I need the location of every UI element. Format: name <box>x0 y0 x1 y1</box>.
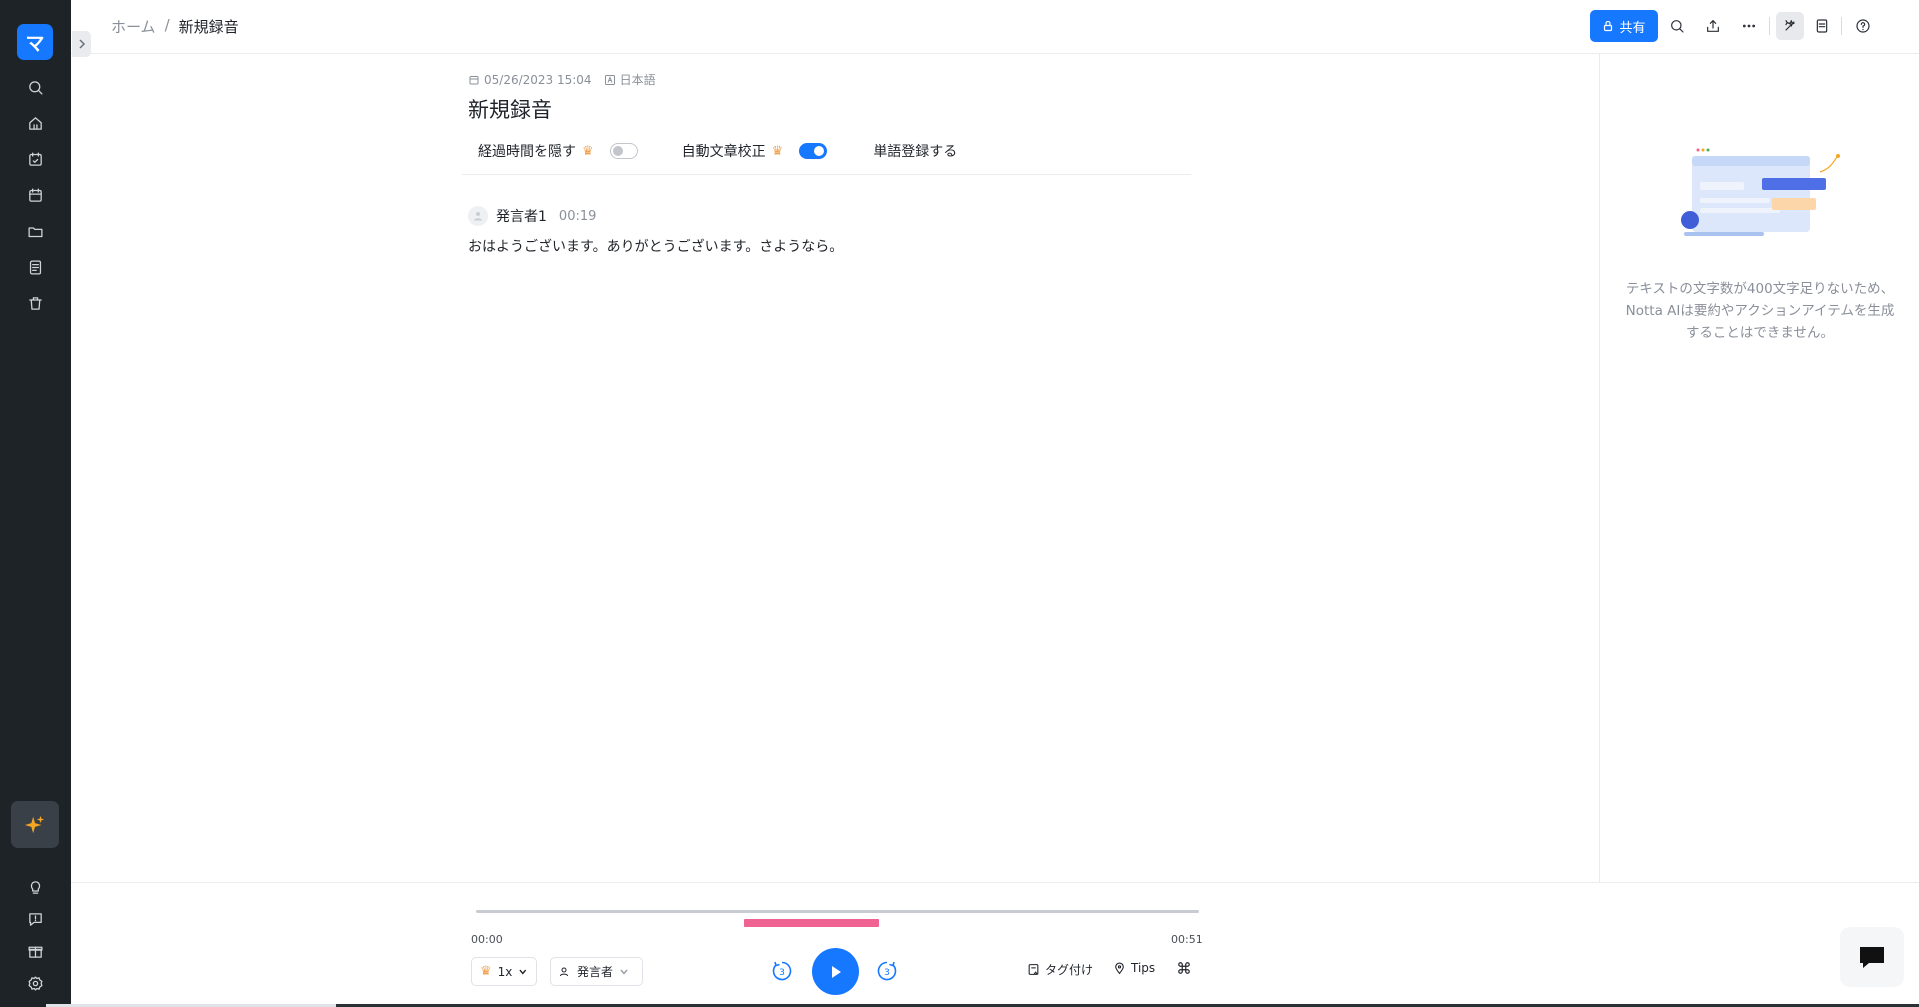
time-end: 00:51 <box>1171 933 1203 946</box>
more-icon[interactable] <box>1735 12 1763 40</box>
tag-button[interactable]: タグ付け <box>1027 961 1093 978</box>
calendar-icon <box>469 75 479 84</box>
crown-icon: ♛ <box>480 964 492 979</box>
record-language[interactable]: 日本語 <box>604 71 656 88</box>
toolbar-divider <box>1841 17 1842 35</box>
empty-summary-illustration <box>1681 148 1840 236</box>
breadcrumb-home[interactable]: ホーム <box>111 16 156 37</box>
help-icon[interactable] <box>1849 12 1877 40</box>
speaker-name[interactable]: 発言者1 <box>496 206 547 226</box>
sidebar: マ <box>0 0 71 1007</box>
lock-icon <box>1604 20 1613 32</box>
gift-icon[interactable] <box>22 938 48 964</box>
lightbulb-icon[interactable] <box>22 874 48 900</box>
skip-forward-value: 3 <box>884 968 890 978</box>
top-bar: ホーム / 新規録音 共有 <box>71 0 1919 54</box>
summary-notice: テキストの文字数が400文字足りないため、Notta AIは要約やアクションアイ… <box>1625 281 1895 341</box>
speed-value: 1x <box>497 964 513 979</box>
chevron-down-icon <box>620 969 628 975</box>
calendar-edit-icon[interactable] <box>22 146 48 172</box>
folder-icon[interactable] <box>22 218 48 244</box>
speaker-filter-value: 発言者 <box>577 965 614 979</box>
tag-label: タグ付け <box>1045 963 1094 977</box>
hide-time-label: 経過時間を隠す <box>478 144 576 160</box>
toolbar-divider <box>1769 17 1770 35</box>
record-datetime: 05/26/2023 15:04 <box>468 73 592 87</box>
chevron-down-icon <box>519 969 527 975</box>
language-text: 日本語 <box>619 73 656 87</box>
page-title[interactable]: 新規録音 <box>468 94 552 124</box>
breadcrumb-current: 新規録音 <box>178 18 239 36</box>
auto-correct-label: 自動文章校正 <box>681 144 766 160</box>
ai-summary-panel: テキストの文字数が400文字足りないため、Notta AIは要約やアクションアイ… <box>1599 54 1919 882</box>
play-icon <box>831 965 841 978</box>
trash-icon[interactable] <box>22 290 48 316</box>
auto-correct-option: 自動文章校正 ♛ <box>682 141 828 161</box>
transcript-options: 経過時間を隠す ♛ 自動文章校正 ♛ 単語登録する <box>478 141 957 161</box>
notes-icon[interactable] <box>1808 12 1836 40</box>
skip-back-button[interactable]: 3 <box>770 959 794 983</box>
search-transcript-icon[interactable] <box>1663 12 1691 40</box>
speaker-filter-select[interactable]: 発言者 <box>550 957 643 986</box>
crown-icon: ♛ <box>771 143 784 159</box>
breadcrumb-separator: / <box>164 16 170 34</box>
search-icon[interactable] <box>22 74 48 100</box>
calendar-icon[interactable] <box>22 182 48 208</box>
progress-track[interactable] <box>476 910 1199 913</box>
chat-icon <box>1860 947 1884 968</box>
speaker-header: 発言者1 00:19 <box>468 206 596 226</box>
settings-icon[interactable] <box>22 970 48 996</box>
speaker-segment[interactable] <box>744 919 879 927</box>
avatar[interactable] <box>468 206 488 226</box>
speaker-time[interactable]: 00:19 <box>559 209 596 224</box>
share-button[interactable]: 共有 <box>1590 10 1658 42</box>
hide-time-toggle[interactable] <box>609 143 638 159</box>
user-icon <box>474 212 482 221</box>
hide-time-option: 経過時間を隠す ♛ <box>478 141 638 161</box>
user-icon <box>560 967 568 976</box>
play-button[interactable] <box>812 948 859 995</box>
breadcrumb: ホーム / 新規録音 <box>111 16 239 37</box>
skip-back-value: 3 <box>779 968 785 978</box>
auto-correct-toggle[interactable] <box>799 143 828 159</box>
datetime-text: 05/26/2023 15:04 <box>484 72 592 87</box>
tag-icon <box>1028 964 1039 975</box>
transcript-area: 05/26/2023 15:04 日本語 新規録音 経過時間を隠す ♛ 自動文章… <box>71 54 1599 882</box>
document-icon[interactable] <box>22 254 48 280</box>
time-start: 00:00 <box>471 933 503 946</box>
options-divider <box>462 174 1191 175</box>
ai-summary-icon[interactable] <box>1776 12 1804 40</box>
transcript-text[interactable]: おはようございます。ありがとうございます。さようなら。 <box>468 236 843 256</box>
share-label: 共有 <box>1619 20 1646 36</box>
tips-label: Tips <box>1131 961 1156 975</box>
crown-icon: ♛ <box>582 143 594 159</box>
speed-select[interactable]: ♛ 1x <box>471 957 537 986</box>
rewind-icon: 3 <box>772 961 792 981</box>
feedback-icon[interactable] <box>22 906 48 932</box>
export-icon[interactable] <box>1699 12 1727 40</box>
forward-icon: 3 <box>877 961 897 981</box>
home-icon[interactable] <box>22 110 48 136</box>
language-icon <box>604 74 615 85</box>
command-icon <box>1178 962 1190 974</box>
chat-support-button[interactable] <box>1840 927 1904 987</box>
sparkle-icon <box>24 815 45 833</box>
skip-forward-button[interactable]: 3 <box>875 959 899 983</box>
record-meta: 05/26/2023 15:04 日本語 <box>468 71 656 88</box>
ai-assistant-button[interactable] <box>11 801 59 848</box>
app-logo[interactable]: マ <box>17 24 53 60</box>
audio-player: 00:00 00:51 ♛ 1x 発言者 3 3 タグ付け Tips <box>71 882 1919 1007</box>
shortcut-button[interactable] <box>1177 961 1191 975</box>
word-register-link[interactable]: 単語登録する <box>873 141 957 161</box>
tips-button[interactable]: Tips <box>1113 961 1155 975</box>
location-icon <box>1115 962 1124 974</box>
